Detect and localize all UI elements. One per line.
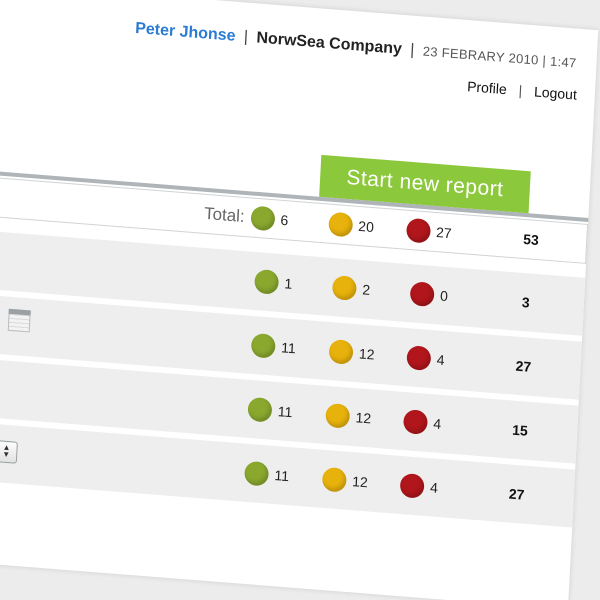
row-cells: 11 12 4 <box>246 380 468 455</box>
separator: | <box>243 28 249 46</box>
account-links: Profile | Logout <box>467 78 577 103</box>
yellow-count: 12 <box>351 473 369 491</box>
red-status-dot <box>409 281 435 308</box>
green-count: 1 <box>284 275 293 292</box>
user-name-link[interactable]: Peter Jhonse <box>135 20 236 45</box>
link-divider: | <box>518 82 523 99</box>
red-status-dot <box>405 217 431 244</box>
green-status-dot <box>254 268 280 295</box>
red-count: 4 <box>436 351 445 369</box>
total-sum: 53 <box>522 230 540 249</box>
current-datetime: 23 FEBRARY 2010 | 1:47 <box>422 43 577 71</box>
yellow-status-dot <box>327 211 353 238</box>
red-status-dot <box>406 345 432 371</box>
updown-arrows-icon: ▲ ▼ <box>0 443 14 461</box>
row-sum: 27 <box>508 485 525 503</box>
red-count: 4 <box>429 479 439 496</box>
profile-link[interactable]: Profile <box>467 78 507 97</box>
logout-link[interactable]: Logout <box>534 83 578 102</box>
separator: | <box>409 41 415 59</box>
row-select[interactable]: ▲ ▼ <box>0 436 18 464</box>
yellow-status-dot <box>331 275 358 301</box>
green-status-dot <box>249 205 276 232</box>
user-header: Peter Jhonse | NorwSea Company | 23 FEBR… <box>107 18 577 73</box>
row-sum: 15 <box>511 421 529 439</box>
row-sum: 3 <box>521 293 531 311</box>
yellow-count: 12 <box>355 409 372 427</box>
green-count: 6 <box>280 211 289 229</box>
red-count: 0 <box>439 287 449 305</box>
screen: Peter Jhonse | NorwSea Company | 23 FEBR… <box>0 0 600 600</box>
red-status-dot <box>399 472 425 499</box>
green-count: 11 <box>274 467 290 485</box>
yellow-count: 12 <box>358 345 375 363</box>
row-sum: 27 <box>515 357 532 375</box>
yellow-count: 2 <box>361 281 371 299</box>
yellow-status-dot <box>325 402 351 429</box>
company-name: NorwSea Company <box>256 29 403 58</box>
red-count: 4 <box>433 415 442 432</box>
calendar-icon[interactable] <box>7 308 31 333</box>
green-count: 11 <box>277 403 293 421</box>
red-count: 27 <box>435 224 453 242</box>
green-status-dot <box>247 396 273 423</box>
row-cells: 1 2 0 <box>253 252 475 327</box>
report-panel: Peter Jhonse | NorwSea Company | 23 FEBR… <box>0 0 599 600</box>
yellow-status-dot <box>328 339 354 365</box>
yellow-count: 20 <box>357 217 375 236</box>
green-count: 11 <box>280 339 297 357</box>
green-status-dot <box>250 332 276 359</box>
red-status-dot <box>402 409 429 435</box>
total-label: Total: <box>203 203 246 226</box>
yellow-status-dot <box>321 466 347 493</box>
row-cells: 11 12 4 <box>250 316 472 391</box>
row-cells: 11 12 4 <box>243 444 465 519</box>
green-status-dot <box>243 460 270 487</box>
